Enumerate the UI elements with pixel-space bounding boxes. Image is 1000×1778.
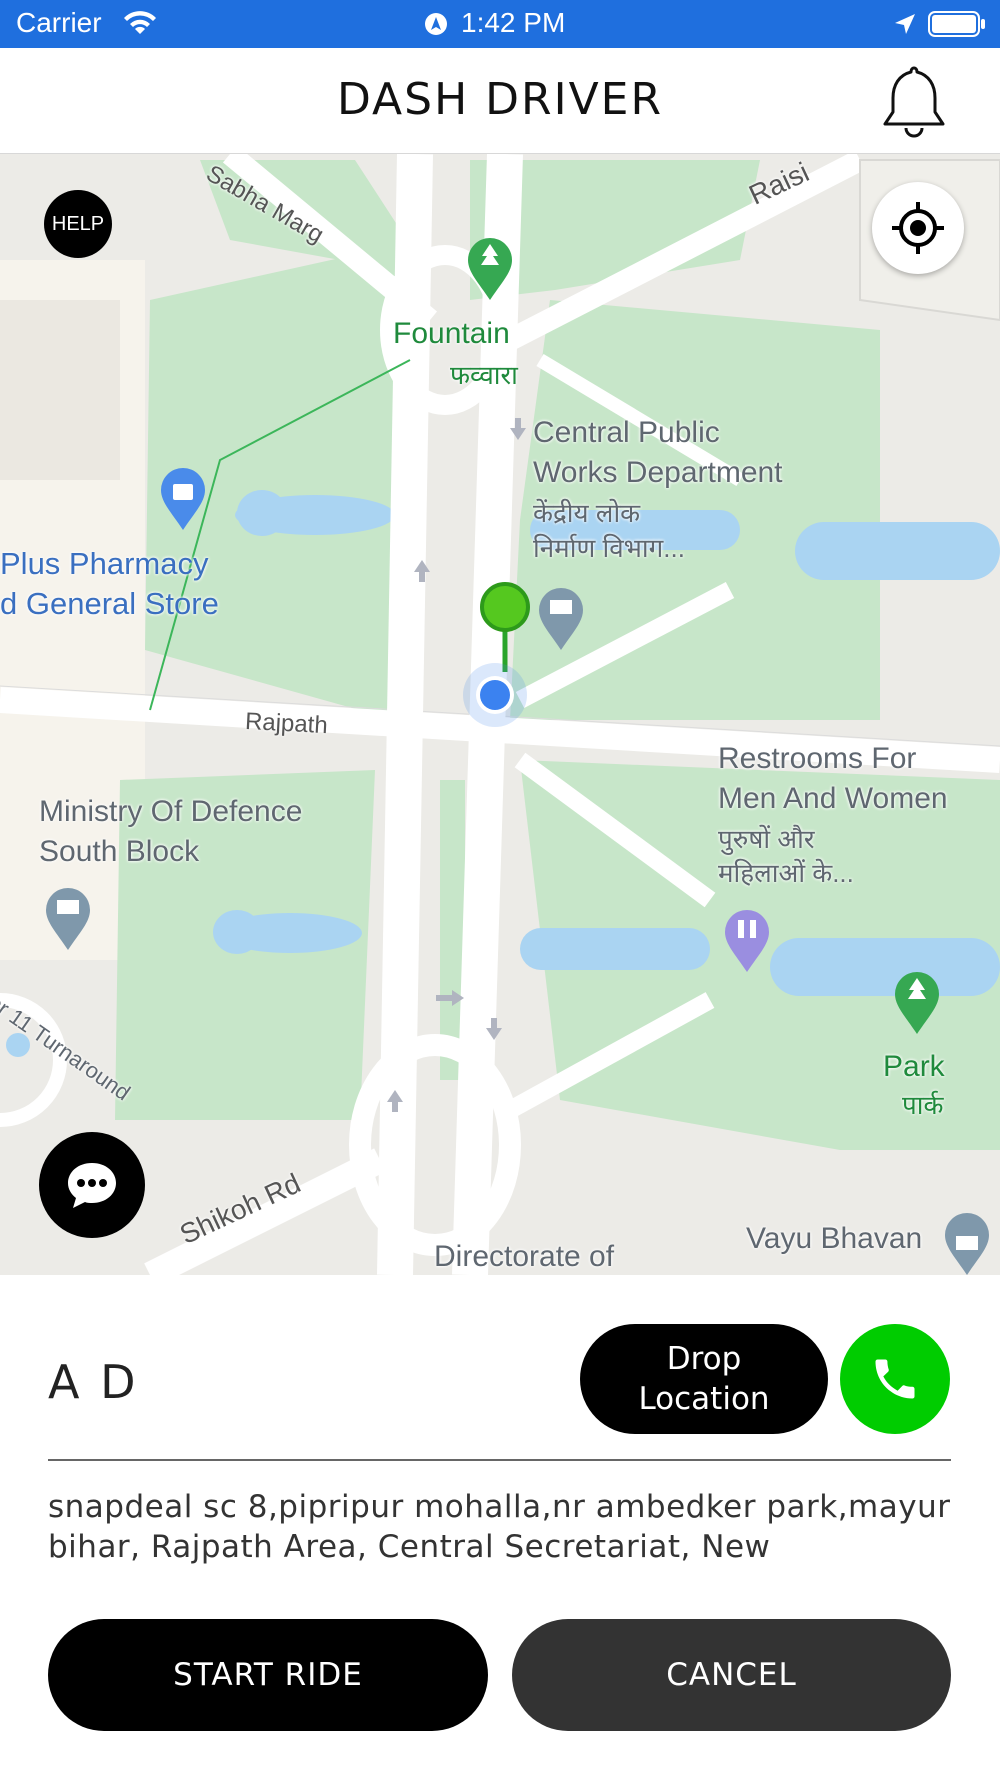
- map-view[interactable]: Sabha Marg Raisi Fountain फव्वारा Centra…: [0, 154, 1000, 1275]
- start-ride-button[interactable]: START RIDE: [48, 1619, 488, 1731]
- map-label-cpwd-hi-2: निर्माण विभाग...: [533, 533, 685, 563]
- map-label-rajpath: Rajpath: [244, 707, 329, 740]
- map-label-cpwd-2: Works Department: [533, 456, 783, 489]
- crosshair-icon: [892, 202, 944, 254]
- bell-icon[interactable]: [876, 62, 952, 142]
- map-label-pharmacy-2: d General Store: [0, 586, 219, 621]
- map-label-vayu-bhavan: Vayu Bhavan: [746, 1222, 923, 1255]
- map-label-cpwd-1: Central Public: [533, 416, 720, 449]
- map-label-defence-1: Ministry Of Defence: [39, 795, 303, 828]
- wifi-icon: [124, 11, 156, 34]
- phone-icon: [875, 1359, 915, 1399]
- map-label-fountain: Fountain: [393, 317, 510, 350]
- map-label-restrooms-hi-2: महिलाओं के...: [718, 858, 854, 888]
- status-bar: Carrier 1:42 PM: [0, 0, 1000, 48]
- divider: [48, 1459, 951, 1461]
- status-time: 1:42 PM: [461, 7, 566, 38]
- drop-location-label-1: Drop: [666, 1341, 742, 1377]
- cancel-button[interactable]: CANCEL: [512, 1619, 951, 1731]
- pickup-address: snapdeal sc 8,pipripur mohalla,nr ambedk…: [48, 1489, 951, 1565]
- page-title: DASH DRIVER: [336, 74, 664, 125]
- drop-location-label-2: Location: [638, 1381, 770, 1417]
- navigation-arrow-icon: [895, 14, 915, 34]
- cancel-label: CANCEL: [666, 1657, 797, 1693]
- drop-location-button[interactable]: Drop Location: [580, 1324, 828, 1434]
- chat-button[interactable]: [39, 1132, 145, 1238]
- rider-name: A D: [48, 1355, 139, 1409]
- call-button[interactable]: [840, 1324, 950, 1434]
- app-header: DASH DRIVER: [0, 48, 1000, 154]
- battery-icon: [928, 11, 985, 37]
- location-services-icon: [425, 13, 447, 35]
- help-button-label: HELP: [51, 212, 105, 235]
- map-label-pharmacy-1: Plus Pharmacy: [0, 546, 209, 581]
- my-location-button[interactable]: [872, 182, 964, 274]
- map-label-restrooms-2: Men And Women: [718, 782, 948, 815]
- chat-bubble-icon: [68, 1163, 116, 1208]
- map-label-park-hindi: पार्क: [902, 1090, 944, 1120]
- carrier-label: Carrier: [16, 7, 102, 38]
- map-label-restrooms-1: Restrooms For: [718, 742, 917, 775]
- start-ride-label: START RIDE: [173, 1657, 363, 1693]
- map-label-restrooms-hi-1: पुरुषों और: [718, 824, 815, 854]
- map-label-directorate: Directorate of: [434, 1240, 615, 1273]
- help-button[interactable]: HELP: [44, 190, 112, 258]
- map-label-park: Park: [883, 1050, 945, 1083]
- map-label-cpwd-hi-1: केंद्रीय लोक: [533, 498, 641, 528]
- map-label-defence-2: South Block: [39, 835, 200, 868]
- map-label-fountain-hindi: फव्वारा: [450, 360, 518, 390]
